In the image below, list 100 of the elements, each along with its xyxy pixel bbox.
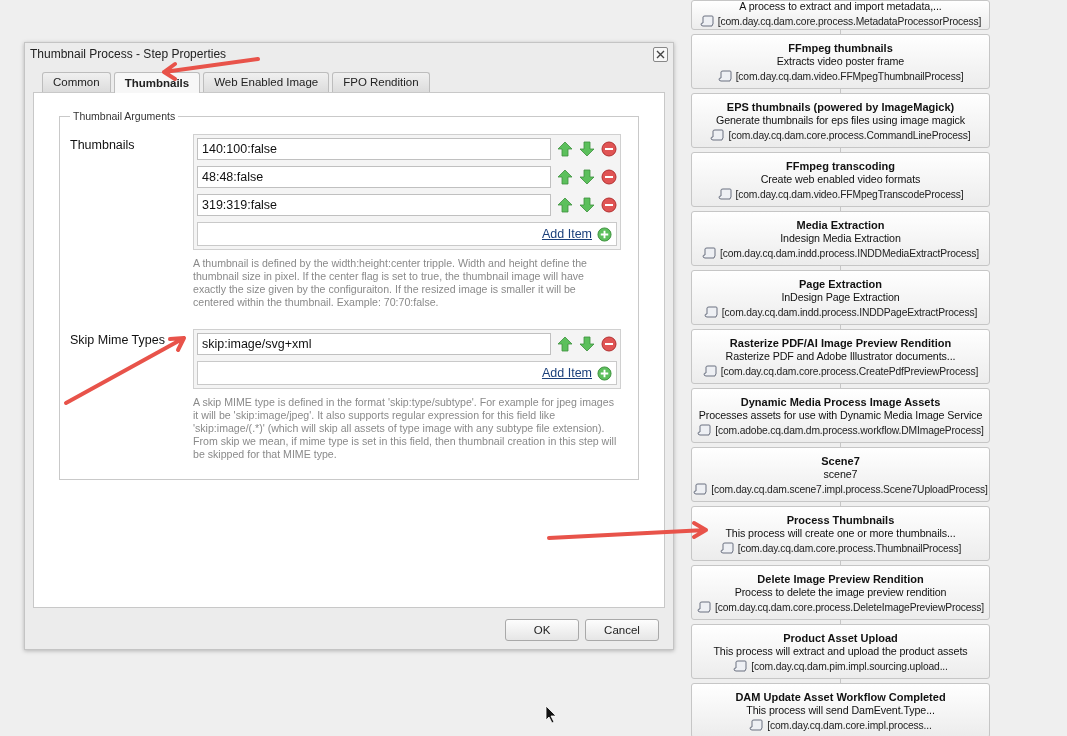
- step-title: Scene7: [821, 453, 860, 468]
- add-item-link[interactable]: Add Item: [541, 227, 592, 241]
- fieldset-legend: Thumbnail Arguments: [70, 110, 179, 122]
- scroll-icon: [703, 305, 718, 319]
- step-class: [com.day.cq.dam.core.process.CreatePdfPreviewProcess]: [720, 364, 979, 378]
- field-label: Thumbnails: [70, 138, 135, 152]
- step-description: Rasterize PDF and Adobe Illustrator documents...: [725, 349, 956, 363]
- step-title: Delete Image Preview Rendition: [757, 571, 924, 586]
- scroll-icon: [696, 600, 711, 614]
- step-title: Page Extraction: [798, 276, 883, 291]
- tab[interactable]: Thumbnails: [113, 72, 201, 93]
- step-description: Extracts video poster frame: [776, 54, 905, 68]
- workflow-step[interactable]: A process to extract and import metadata,... [com.day.cq.dam.core.process.MetadataProcessorProcess]: [691, 0, 990, 30]
- remove-icon: [601, 336, 617, 352]
- ok-button[interactable]: OK: [505, 619, 579, 641]
- workflow-step[interactable]: Scene7 scene7 [com.day.cq.dam.scene7.impl.process.Scene7UploadProcess]: [691, 447, 990, 502]
- scroll-icon: [697, 423, 712, 437]
- step-description: This process will send DamEvent.Type...: [746, 703, 935, 717]
- move-up-icon: [557, 197, 573, 213]
- input-field[interactable]: skip:image/svg+xml: [197, 333, 551, 355]
- step-description: A process to extract and import metadata,...: [739, 1, 942, 13]
- remove-icon: [601, 141, 617, 157]
- add-item-link[interactable]: Add Item: [541, 366, 592, 380]
- step-title: Process Thumbnails: [786, 512, 895, 527]
- input-field[interactable]: 319:319:false: [197, 194, 551, 216]
- scroll-icon: [702, 364, 717, 378]
- input-field[interactable]: 48:48:false: [197, 166, 551, 188]
- move-down-button[interactable]: [579, 169, 595, 185]
- close-icon: [656, 49, 665, 59]
- step-title: DAM Update Asset Workflow Completed: [735, 689, 946, 704]
- step-title: FFmpeg transcoding: [786, 158, 895, 173]
- step-class: [com.day.cq.dam.core.process.ThumbnailProcess]: [737, 541, 962, 555]
- tab[interactable]: Common: [42, 72, 111, 92]
- remove-button[interactable]: [601, 141, 617, 157]
- workflow-step[interactable]: Process Thumbnails This process will create one or more thumbnails... [com.day.cq.dam.core.process.ThumbnailProcess]: [691, 506, 990, 561]
- move-down-button[interactable]: [579, 141, 595, 157]
- workflow-step[interactable]: Product Asset Upload This process will extract and upload the product assets [com.day.cq.dam.pim.impl.sourcing.upload...: [691, 624, 990, 679]
- move-down-icon: [579, 169, 595, 185]
- step-title: EPS thumbnails (powered by ImageMagick): [726, 99, 955, 114]
- workflow-step[interactable]: FFmpeg transcoding Create web enabled video formats [com.day.cq.dam.video.FFMpegTranscodeProcess]: [691, 152, 990, 207]
- workflow-step[interactable]: FFmpeg thumbnails Extracts video poster frame [com.day.cq.dam.video.FFMpegThumbnailProcess]: [691, 34, 990, 89]
- step-class: [com.day.cq.dam.core.process.DeleteImagePreviewProcess]: [714, 600, 985, 614]
- workflow-step[interactable]: Rasterize PDF/AI Image Preview Rendition Rasterize PDF and Adobe Illustrator documents... [com.day.cq.dam.core.process.CreatePdfPreviewProcess]: [691, 329, 990, 384]
- move-down-button[interactable]: [579, 197, 595, 213]
- mouse-cursor-icon: [545, 705, 557, 724]
- move-up-icon: [557, 336, 573, 352]
- step-title: Rasterize PDF/AI Image Preview Rendition: [729, 335, 952, 350]
- tab[interactable]: FPO Rendition: [332, 72, 430, 92]
- workflow-step[interactable]: EPS thumbnails (powered by ImageMagick) Generate thumbnails for eps files using image magick [com.day.cq.dam.core.process.CommandLineProcess]: [691, 93, 990, 148]
- field-label: Skip Mime Types: [70, 333, 165, 347]
- move-up-button[interactable]: [557, 141, 573, 157]
- step-description: This process will extract and upload the product assets: [713, 644, 968, 658]
- scroll-icon: [733, 659, 748, 673]
- remove-button[interactable]: [601, 169, 617, 185]
- step-title: FFmpeg thumbnails: [788, 40, 893, 55]
- step-class: [com.day.cq.dam.video.FFMpegTranscodeProcess]: [735, 187, 964, 201]
- workflow-step[interactable]: Page Extraction InDesign Page Extraction [com.day.cq.dam.indd.process.INDDPageExtractProcess]: [691, 270, 990, 325]
- step-description: This process will create one or more thumbnails...: [725, 526, 956, 540]
- cancel-button[interactable]: Cancel: [585, 619, 659, 641]
- step-class: [com.day.cq.dam.pim.impl.sourcing.upload...: [751, 659, 948, 673]
- step-class: [com.day.cq.dam.indd.process.INDDMediaExtractProcess]: [719, 246, 980, 260]
- scroll-icon: [719, 541, 734, 555]
- move-down-icon: [579, 197, 595, 213]
- step-class: [com.adobe.cq.dam.dm.process.workflow.DMImageProcess]: [715, 423, 984, 437]
- workflow-step[interactable]: Media Extraction Indesign Media Extraction [com.day.cq.dam.indd.process.INDDMediaExtractProcess]: [691, 211, 990, 266]
- remove-button[interactable]: [601, 336, 617, 352]
- remove-button[interactable]: [601, 197, 617, 213]
- dialog-title: Thumbnail Process - Step Properties: [30, 47, 227, 61]
- step-description: InDesign Page Extraction: [781, 290, 900, 304]
- scroll-icon: [699, 15, 714, 28]
- step-description: scene7: [823, 467, 858, 481]
- workflow-step[interactable]: DAM Update Asset Workflow Completed This process will send DamEvent.Type... [com.day.cq.dam.core.impl.process...: [691, 683, 990, 736]
- workflow-step[interactable]: Dynamic Media Process Image Assets Processes assets for use with Dynamic Media Image Service [com.adobe.cq.dam.dm.process.workflow.DMImageProcess]: [691, 388, 990, 443]
- remove-icon: [601, 169, 617, 185]
- move-down-button[interactable]: [579, 336, 595, 352]
- scroll-icon: [717, 69, 732, 83]
- move-up-button[interactable]: [557, 336, 573, 352]
- add-icon[interactable]: [597, 365, 612, 381]
- move-down-icon: [579, 141, 595, 157]
- help-text: A thumbnail is defined by the width:height:center tripple. Width and height define the thumbnail size in pixel. If the center flag is set to true, the thumbnail image will have exactly the size given by the configuraiton. If the resized image is smaller it will be centered within the thumbnail. Example: 70:70:false.: [193, 257, 588, 309]
- step-class: [com.day.cq.dam.core.process.MetadataProcessorProcess]: [717, 15, 982, 28]
- remove-icon: [601, 197, 617, 213]
- close-button[interactable]: [653, 46, 668, 62]
- move-down-icon: [579, 336, 595, 352]
- workflow-step[interactable]: Delete Image Preview Rendition Process to delete the image preview rendition [com.day.cq.dam.core.process.DeleteImagePreviewProcess]: [691, 565, 990, 620]
- tab[interactable]: Web Enabled Image: [203, 72, 330, 92]
- move-up-icon: [557, 141, 573, 157]
- move-up-button[interactable]: [557, 169, 573, 185]
- move-up-button[interactable]: [557, 197, 573, 213]
- step-title: Media Extraction: [796, 217, 885, 232]
- step-description: Process to delete the image preview rendition: [734, 585, 947, 599]
- step-class: [com.day.cq.dam.scene7.impl.process.Scene7UploadProcess]: [711, 482, 988, 496]
- step-class: [com.day.cq.dam.indd.process.INDDPageExtractProcess]: [721, 305, 978, 319]
- add-icon[interactable]: [597, 226, 612, 242]
- step-class: [com.day.cq.dam.video.FFMpegThumbnailProcess]: [735, 69, 964, 83]
- step-description: Generate thumbnails for eps files using image magick: [715, 113, 966, 127]
- input-field[interactable]: 140:100:false: [197, 138, 551, 160]
- scroll-icon: [701, 246, 716, 260]
- step-title: Product Asset Upload: [783, 630, 898, 645]
- help-text: A skip MIME type is defined in the format 'skip:type/subtype'. For example for jpeg images it will be 'skip:image/jpeg'. It also supports regular expression for this field like 'skip:image/(.*)' (which will skip all assets of type image with any subtype file extension). From skip we mean, if mime type is set in this field, then thumbnail creation in this step will be skipped for that MIME type.: [193, 396, 618, 461]
